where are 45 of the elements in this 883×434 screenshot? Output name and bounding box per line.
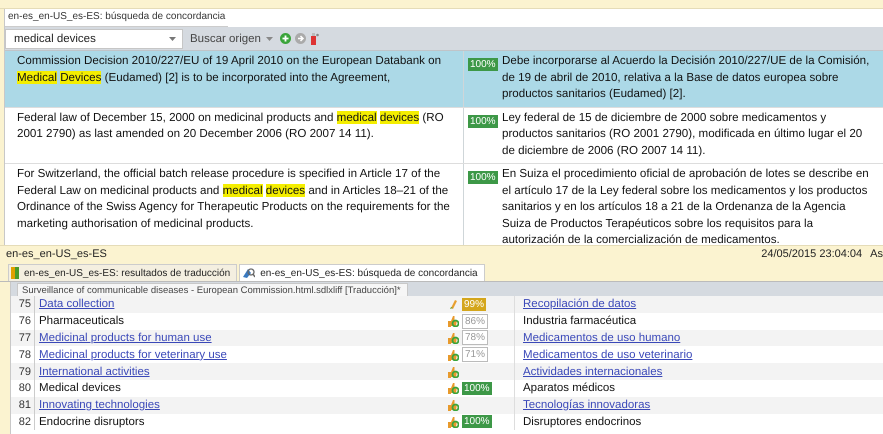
source-text: Pharmaceuticals: [39, 315, 124, 328]
match-badge: 71%: [462, 347, 488, 362]
status-text: As: [870, 248, 883, 260]
status-date: 24/05/2015 23:04:04: [761, 248, 862, 260]
target-text: Medicamentos de uso humano: [523, 332, 680, 344]
target-text: Recopilación de datos: [523, 298, 636, 310]
target-text: Medicamentos de uso veterinario: [523, 348, 692, 361]
match-badge: 100%: [468, 114, 498, 128]
match-badge: 100%: [462, 382, 492, 395]
book-icon: [11, 267, 19, 279]
target-text: Aparatos médicos: [523, 382, 616, 394]
search-icon: [242, 267, 256, 279]
forward-icon[interactable]: [294, 33, 306, 44]
target-text: Industria farmacéutica: [523, 315, 636, 328]
segment-number: 82: [11, 414, 35, 430]
match-badge: 78%: [462, 330, 488, 346]
panel-tab[interactable]: en-es_en-US_es-ES: resultados de traducción: [8, 264, 238, 281]
caret-icon: [266, 36, 273, 40]
source-text: Medicinal products for veterinary use: [39, 348, 227, 361]
target-text: Disruptores endocrinos: [523, 416, 642, 428]
match-badge: 86%: [462, 314, 488, 329]
add-icon[interactable]: [280, 33, 291, 44]
source-text: Medicinal products for human use: [39, 332, 212, 344]
source-text: International activities: [39, 366, 150, 378]
source-text: Endocrine disruptors: [39, 416, 144, 428]
search-button[interactable]: Buscar origen: [187, 32, 276, 44]
match-badge: 100%: [462, 415, 492, 428]
source-text: Innovating technologies: [39, 399, 160, 412]
dropdown-arrow-icon: [169, 36, 176, 40]
panel-tab[interactable]: en-es_en-US_es-ES: búsqueda de concordancia: [239, 264, 485, 281]
match-badge: 100%: [468, 171, 498, 184]
source-text: Medical devices: [39, 382, 121, 394]
search-field[interactable]: medical devices: [5, 28, 183, 48]
status-text: en-es_en-US_es-ES: [6, 248, 107, 260]
target-text: Ley federal de 15 de diciembre de 2000 sobre medicamentos y productos sanitarios (RO 2001 2790), modificada en último lugar el 20 de diciembre de 2006 (RO 2007 14 11).: [502, 110, 864, 158]
source-text: Commission Decision 2010/227/EU of 19 April 2010 on the European Databank on Medical Devices (Eudamed) [2] is to be incorporated into the Agreement,: [5, 51, 464, 106]
document-tab[interactable]: Surveillance of communicable diseases - European Commission.html.sdlxliff [Traducción]*: [17, 283, 408, 296]
source-text: Data collection: [39, 298, 114, 310]
target-text: Tecnologías innovadoras: [523, 399, 650, 412]
target-text: Debe incorporarse al Acuerdo la Decisión 2010/227/UE de la Comisión, de 19 de abril de 2010, relativa a la Base de datos europea sobre productos sanitarios (Eudamed) [2].: [502, 53, 870, 102]
match-badge: 99%: [462, 298, 486, 311]
target-text: En Suiza el procedimiento oficial de aprobación de lotes se describe en el artículo 17 de la Ley federal sobre los medicamentos y los productos sanitarios y en los artículos 18 a 21 de la Ordenanza de la Agencia Suiza de Productos Terapéuticos sobre los requisitos para la autorización de la comercialización de medicamentos.: [502, 166, 870, 245]
target-text: Actividades internacionales: [523, 366, 662, 378]
source-text: Federal law of December 15, 2000 on medicinal products and medical devices (RO 2001 2790) as last amended on 20 December 2006 (RO 2007 14 11).: [5, 108, 464, 163]
match-badge: 100%: [468, 58, 498, 71]
